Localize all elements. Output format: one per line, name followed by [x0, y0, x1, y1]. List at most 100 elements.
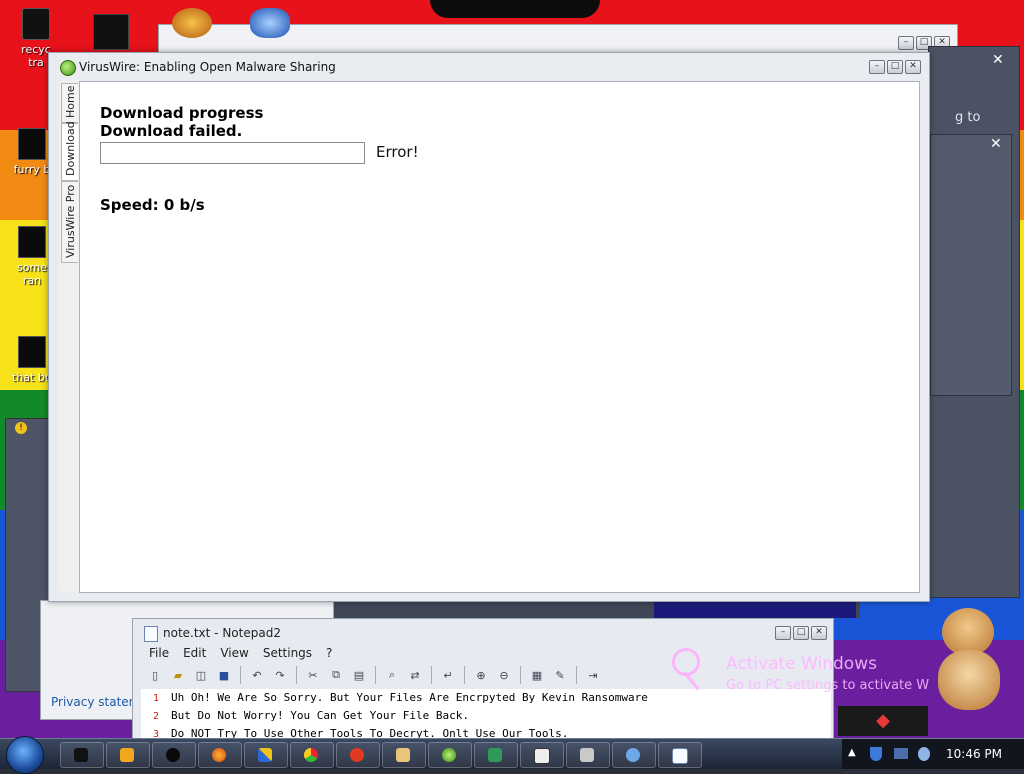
viruswire-window: VirusWire: Enabling Open Malware Sharing…: [48, 52, 930, 602]
browse-icon[interactable]: ◫: [191, 665, 211, 685]
tab-viruswire-pro[interactable]: VirusWire Pro: [61, 181, 78, 263]
download-progress-bar: [100, 142, 365, 164]
tab-home[interactable]: Home: [61, 83, 78, 123]
volume-icon[interactable]: [918, 747, 930, 761]
notepad-title: note.txt - Notepad2: [163, 626, 281, 640]
top-dark-shape: [430, 0, 600, 18]
close-icon[interactable]: ✕: [990, 136, 1002, 152]
menu-help[interactable]: ?: [326, 646, 332, 660]
menu-view[interactable]: View: [220, 646, 248, 660]
menu-file[interactable]: File: [149, 646, 169, 660]
tool-icon: [580, 748, 594, 762]
close-icon[interactable]: ✕: [992, 52, 1004, 68]
notepad-toolbar: ▯ ▰ ◫ ■ ↶ ↷ ✂ ⧉ ▤ ⌕ ⇄ ↵ ⊕ ⊖ ▦ ✎ ⇥: [145, 665, 603, 687]
exit-icon[interactable]: ⇥: [583, 665, 603, 685]
window-title: VirusWire: Enabling Open Malware Sharing: [79, 60, 336, 74]
app-icon: [74, 748, 88, 762]
close-button[interactable]: ✕: [811, 626, 827, 640]
find-icon[interactable]: ⌕: [382, 665, 402, 685]
taskbar-item[interactable]: [290, 742, 334, 768]
background-window-text: g to: [955, 110, 981, 125]
taskbar-item[interactable]: [198, 742, 242, 768]
warning-icon: !: [15, 422, 27, 434]
menu-edit[interactable]: Edit: [183, 646, 206, 660]
toolbar-separator: [240, 666, 241, 684]
window-controls: – □ ✕: [869, 60, 921, 74]
word-wrap-icon[interactable]: ↵: [438, 665, 458, 685]
taskbar-item[interactable]: [336, 742, 380, 768]
zoom-out-icon[interactable]: ⊖: [494, 665, 514, 685]
python-icon: [258, 748, 272, 762]
taskbar-item[interactable]: [658, 742, 702, 768]
redo-icon[interactable]: ↷: [270, 665, 290, 685]
customize-icon[interactable]: ✎: [550, 665, 570, 685]
start-button[interactable]: [6, 736, 44, 774]
taskbar-item[interactable]: [152, 742, 196, 768]
activate-windows-title: Activate Windows: [726, 654, 877, 674]
paste-icon[interactable]: ▤: [349, 665, 369, 685]
activate-windows-subtitle: Go to PC settings to activate W: [726, 678, 930, 693]
taskbar-item[interactable]: [382, 742, 426, 768]
key-icon: [672, 648, 720, 694]
minimize-button[interactable]: –: [775, 626, 791, 640]
error-label: Error!: [376, 143, 419, 161]
users-icon: [626, 748, 640, 762]
replace-icon[interactable]: ⇄: [405, 665, 425, 685]
notepad-taskbar-icon: [672, 748, 688, 764]
file-icon: [18, 128, 46, 160]
taskbar-clock[interactable]: 10:46 PM: [946, 747, 1002, 761]
taskbar-item[interactable]: [520, 742, 564, 768]
taskbar: ▲ 10:46 PM: [0, 736, 1024, 774]
menu-settings[interactable]: Settings: [263, 646, 312, 660]
taskbar-item[interactable]: [428, 742, 472, 768]
tab-viruswire-pro-label: VirusWire Pro: [64, 184, 77, 258]
line-text: But Do Not Worry! You Can Get Your File …: [171, 709, 470, 722]
hamster-head: [942, 608, 994, 656]
background-window-3: [930, 134, 1012, 396]
close-button[interactable]: ✕: [905, 60, 921, 74]
taskbar-item[interactable]: [106, 742, 150, 768]
background-window-strip-blue: [654, 600, 856, 618]
undo-icon[interactable]: ↶: [247, 665, 267, 685]
desktop-icon-image[interactable]: [250, 8, 290, 38]
tab-download-label: Download: [64, 121, 77, 176]
network-icon[interactable]: [894, 748, 908, 759]
download-panel: Download progress Download failed. Error…: [79, 81, 920, 593]
new-file-icon[interactable]: ▯: [145, 665, 165, 685]
browser-icon: [350, 748, 364, 762]
desktop-icon-image[interactable]: [172, 8, 212, 38]
folder-icon: [396, 748, 410, 762]
notepad-icon: [144, 626, 158, 642]
recycle-bin-icon: [22, 8, 50, 40]
taskbar-item[interactable]: [474, 742, 518, 768]
viruswire-taskbar-icon: [442, 748, 456, 762]
taskbar-item[interactable]: [566, 742, 610, 768]
maximize-button[interactable]: □: [793, 626, 809, 640]
toolbar-separator: [296, 666, 297, 684]
editor-line: 1 Uh Oh! We Are So Sorry. But Your Files …: [141, 689, 648, 707]
save-icon[interactable]: ■: [214, 665, 234, 685]
7zip-icon: [534, 748, 550, 764]
cut-icon[interactable]: ✂: [303, 665, 323, 685]
tray-expand-icon[interactable]: ▲: [848, 747, 856, 758]
toolbar-separator: [576, 666, 577, 684]
zoom-in-icon[interactable]: ⊕: [471, 665, 491, 685]
maximize-button[interactable]: □: [887, 60, 903, 74]
taskbar-item[interactable]: [60, 742, 104, 768]
tab-download[interactable]: Download: [61, 121, 78, 181]
taskbar-item[interactable]: [244, 742, 288, 768]
firefox-icon: [212, 748, 226, 762]
hamster-mascot: [930, 600, 1010, 715]
taskbar-item[interactable]: [612, 742, 656, 768]
speed-label: Speed: 0 b/s: [100, 196, 205, 214]
toolbar-separator: [375, 666, 376, 684]
copy-icon[interactable]: ⧉: [326, 665, 346, 685]
open-folder-icon[interactable]: ▰: [168, 665, 188, 685]
minimize-button[interactable]: –: [869, 60, 885, 74]
wallpaper-logo-fragment: ◆: [838, 706, 928, 736]
desktop-icon-image[interactable]: [93, 14, 129, 50]
app-icon: [488, 748, 502, 762]
scheme-icon[interactable]: ▦: [527, 665, 547, 685]
shield-icon[interactable]: [870, 747, 882, 761]
editor-line: 2 But Do Not Worry! You Can Get Your File…: [141, 707, 469, 725]
